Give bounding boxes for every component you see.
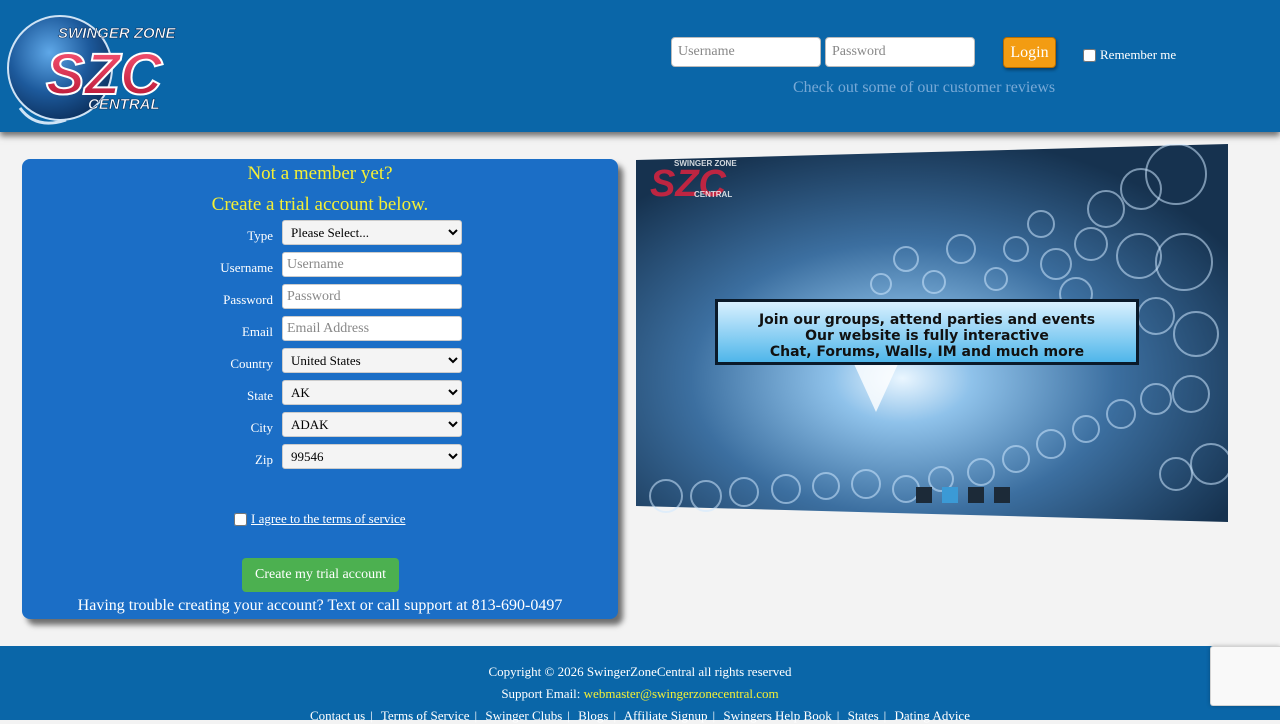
email-row: Email bbox=[22, 316, 618, 342]
banner-line-1: Join our groups, attend parties and even… bbox=[758, 312, 1095, 328]
type-label: Type bbox=[247, 228, 273, 243]
login-button[interactable]: Login bbox=[1003, 37, 1056, 68]
email-label: Email bbox=[241, 324, 273, 339]
slide-banner: Join our groups, attend parties and even… bbox=[715, 299, 1139, 365]
state-row: State AK bbox=[22, 380, 618, 406]
signup-heading: Not a member yet? bbox=[247, 163, 393, 184]
slider-pagination bbox=[916, 487, 1010, 503]
signup-subheading: Create a trial account below. bbox=[211, 194, 429, 215]
customer-reviews-link[interactable]: Check out some of our customer reviews bbox=[793, 79, 1055, 97]
site-footer: Copyright © 2026 SwingerZoneCentral all … bbox=[0, 646, 1280, 723]
password-label: Password bbox=[223, 292, 273, 307]
banner-line-3: Chat, Forums, Walls, IM and much more bbox=[770, 344, 1084, 360]
footer-link-help-book[interactable]: Swingers Help Book bbox=[723, 708, 831, 723]
slider-dot-1[interactable] bbox=[916, 487, 932, 503]
svg-text:SWINGER ZONE: SWINGER ZONE bbox=[58, 25, 176, 42]
zip-row: Zip 99546 bbox=[22, 444, 618, 470]
svg-text:CENTRAL: CENTRAL bbox=[88, 96, 160, 113]
footer-link-dating-advice[interactable]: Dating Advice bbox=[895, 708, 970, 723]
promo-slider[interactable]: SZC SWINGER ZONE CENTRAL Join our groups… bbox=[636, 144, 1228, 524]
country-row: Country United States bbox=[22, 348, 618, 374]
username-row: Username bbox=[22, 252, 618, 278]
remember-me: Remember me bbox=[1083, 47, 1176, 63]
city-select[interactable]: ADAK bbox=[282, 412, 462, 437]
type-row: Type Please Select... bbox=[22, 220, 618, 246]
login-username-input[interactable] bbox=[671, 37, 821, 67]
slider-dot-3[interactable] bbox=[968, 487, 984, 503]
footer-link-swinger-clubs[interactable]: Swinger Clubs bbox=[485, 708, 562, 723]
password-row: Password bbox=[22, 284, 618, 310]
type-select[interactable]: Please Select... bbox=[282, 220, 462, 245]
signup-email-input[interactable] bbox=[282, 316, 462, 341]
city-row: City ADAK bbox=[22, 412, 618, 438]
remember-me-checkbox[interactable] bbox=[1083, 48, 1096, 62]
site-header: SWINGER ZONE SZC CENTRAL Login Remember … bbox=[0, 0, 1280, 132]
terms-row: I agree to the terms of service bbox=[234, 511, 405, 527]
slider-dot-2[interactable] bbox=[942, 487, 958, 503]
svg-text:SWINGER ZONE: SWINGER ZONE bbox=[674, 159, 737, 168]
copyright: Copyright © 2026 SwingerZoneCentral all … bbox=[488, 664, 792, 679]
footer-link-contact[interactable]: Contact us bbox=[310, 708, 365, 723]
recaptcha-badge[interactable] bbox=[1210, 646, 1280, 706]
site-logo[interactable]: SWINGER ZONE SZC CENTRAL bbox=[6, 12, 210, 128]
footer-link-terms[interactable]: Terms of Service bbox=[381, 708, 470, 723]
footer-links: Contact us | Terms of Service | Swinger Cl… bbox=[310, 708, 970, 723]
footer-link-affiliate[interactable]: Affiliate Signup bbox=[624, 708, 708, 723]
terms-link[interactable]: I agree to the terms of service bbox=[251, 511, 405, 527]
slider-dot-4[interactable] bbox=[994, 487, 1010, 503]
country-label: Country bbox=[230, 356, 273, 371]
create-trial-account-button[interactable]: Create my trial account bbox=[242, 558, 399, 592]
username-label: Username bbox=[220, 260, 273, 275]
state-select[interactable]: AK bbox=[282, 380, 462, 405]
signup-username-input[interactable] bbox=[282, 252, 462, 277]
slide-logo: SZC SWINGER ZONE CENTRAL bbox=[650, 159, 737, 205]
signup-password-input[interactable] bbox=[282, 284, 462, 309]
remember-me-label: Remember me bbox=[1100, 47, 1177, 62]
support-note: Having trouble creating your account? Te… bbox=[77, 597, 563, 614]
signup-panel: Not a member yet? Create a trial account… bbox=[22, 159, 618, 619]
state-label: State bbox=[247, 388, 273, 403]
banner-line-2: Our website is fully interactive bbox=[805, 328, 1049, 344]
zip-select[interactable]: 99546 bbox=[282, 444, 462, 469]
country-select[interactable]: United States bbox=[282, 348, 462, 373]
support-email-line: Support Email: webmaster@swingerzonecent… bbox=[0, 686, 1280, 702]
zip-label: Zip bbox=[254, 452, 273, 467]
footer-link-blogs[interactable]: Blogs bbox=[578, 708, 608, 723]
support-email-link[interactable]: webmaster@swingerzonecentral.com bbox=[584, 686, 779, 701]
city-label: City bbox=[250, 420, 273, 435]
footer-link-states[interactable]: States bbox=[848, 708, 879, 723]
support-label: Support Email: bbox=[501, 686, 581, 701]
terms-checkbox[interactable] bbox=[234, 512, 247, 526]
svg-text:CENTRAL: CENTRAL bbox=[694, 190, 732, 199]
login-password-input[interactable] bbox=[825, 37, 975, 67]
